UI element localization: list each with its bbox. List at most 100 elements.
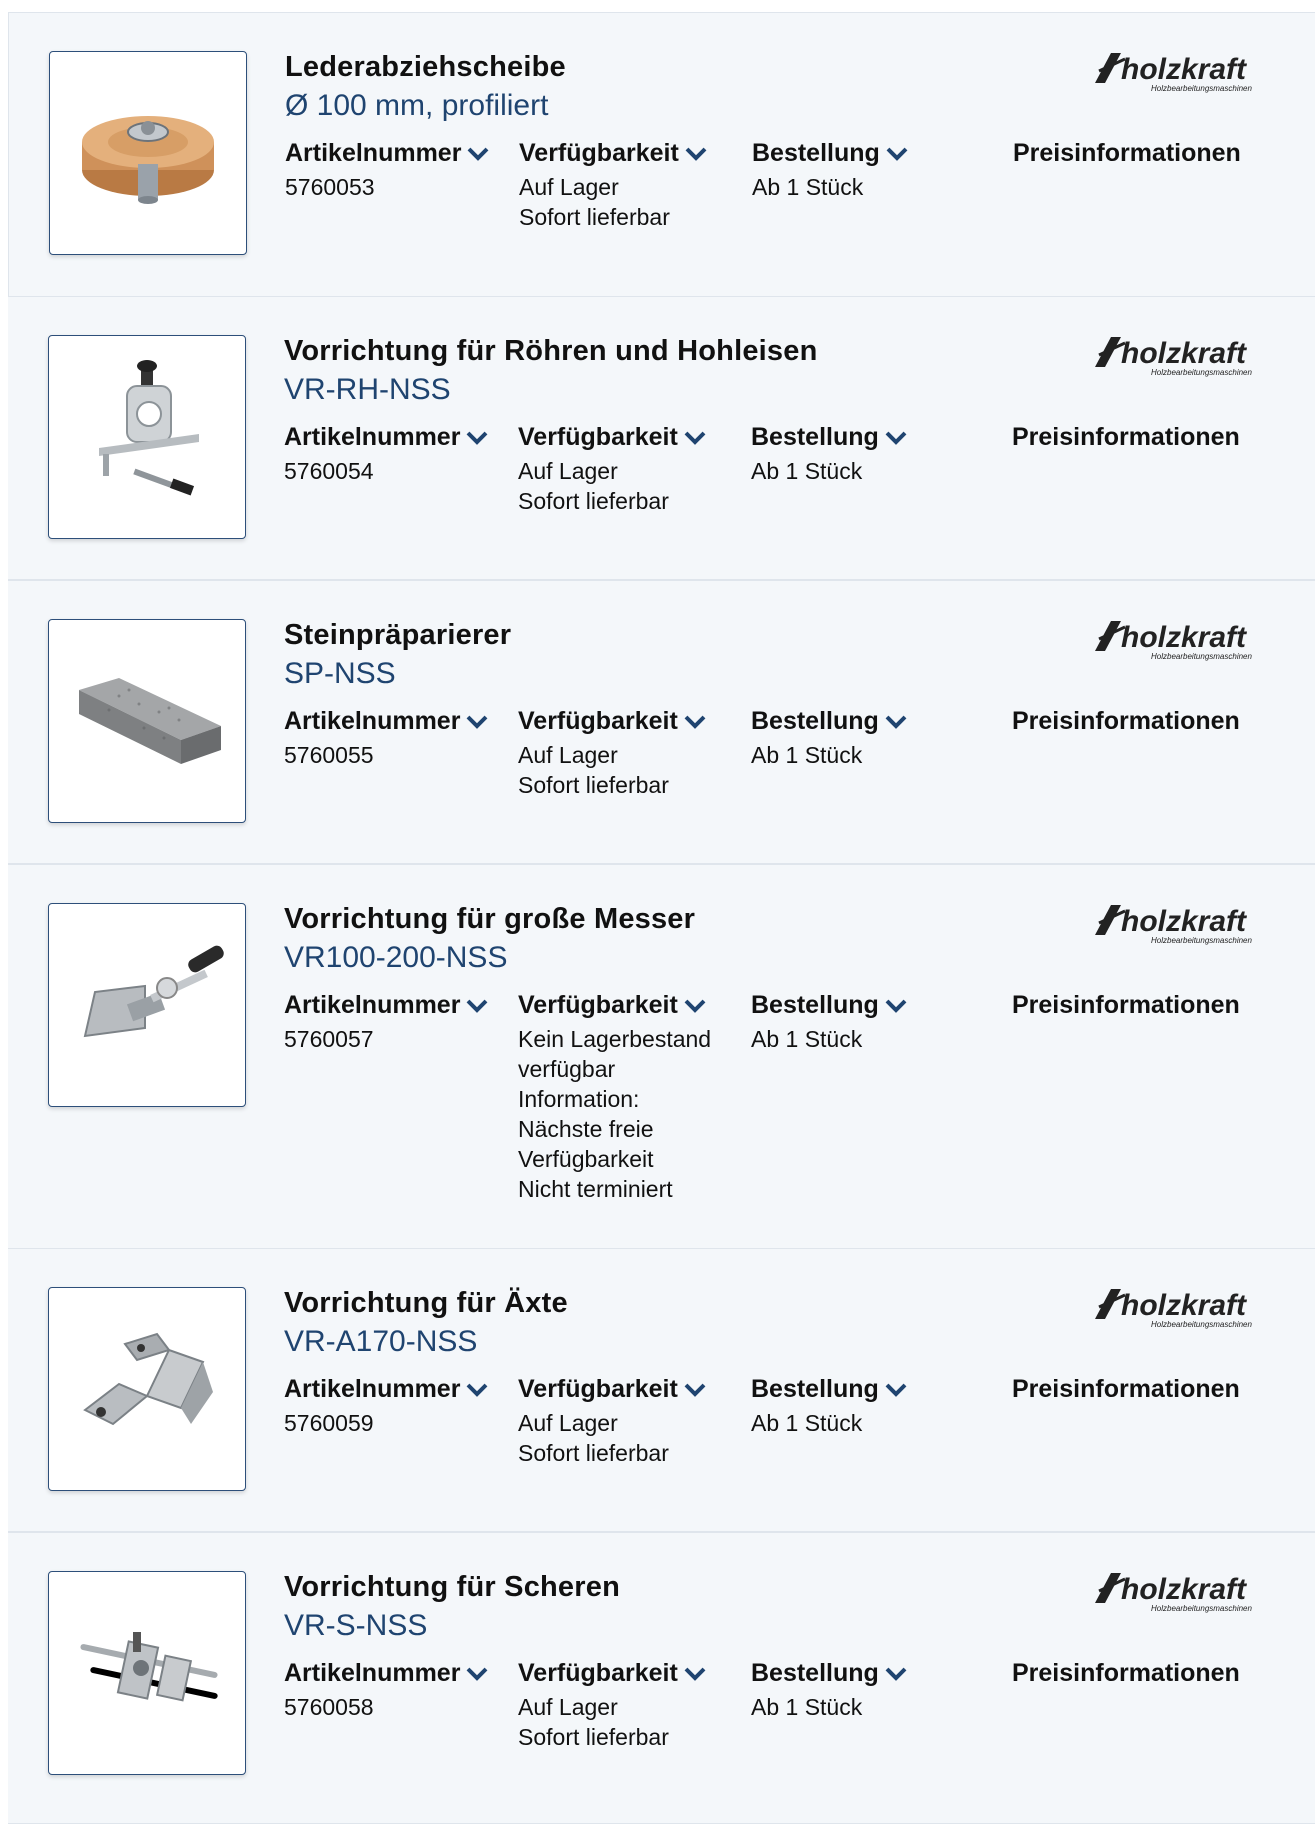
article-number-value: 5760059: [284, 1410, 374, 1436]
svg-text:holzkraft: holzkraft: [1121, 1289, 1248, 1322]
article-number-column: Artikelnummer 5760055: [284, 707, 504, 770]
availability-toggle[interactable]: Verfügbarkeit: [518, 707, 738, 736]
order-column: Bestellung Ab 1 Stück: [751, 707, 971, 770]
availability-value: Auf Lager Sofort lieferbar: [519, 174, 670, 230]
product-row: Vorrichtung für Röhren und Hohleisen VR-…: [8, 296, 1315, 580]
product-image[interactable]: [49, 51, 247, 255]
chevron-down-icon: [467, 1667, 488, 1681]
order-toggle[interactable]: Bestellung: [751, 423, 971, 452]
holzkraft-logo: holzkraft Holzbearbeitungsmaschinen: [1091, 333, 1295, 379]
chevron-down-icon: [684, 715, 706, 729]
chevron-down-icon: [885, 999, 907, 1013]
svg-text:holzkraft: holzkraft: [1121, 621, 1248, 654]
article-number-toggle[interactable]: Artikelnummer: [284, 1659, 504, 1688]
chevron-down-icon: [885, 1383, 907, 1397]
product-row: Vorrichtung für Scheren VR-S-NSS Artikel…: [8, 1532, 1315, 1824]
product-title[interactable]: Vorrichtung für Scheren: [284, 1571, 620, 1604]
product-image[interactable]: [48, 619, 246, 823]
holzkraft-logo: holzkraft Holzbearbeitungsmaschinen: [1091, 49, 1295, 95]
availability-column: Verfügbarkeit Auf Lager Sofort lieferbar: [518, 1659, 738, 1752]
svg-text:Holzbearbeitungsmaschinen: Holzbearbeitungsmaschinen: [1151, 1320, 1253, 1329]
article-number-column: Artikelnummer 5760054: [284, 423, 504, 486]
price-info-toggle[interactable]: Preisinformationen: [1012, 423, 1240, 452]
article-number-value: 5760054: [284, 458, 374, 484]
svg-text:Holzbearbeitungsmaschinen: Holzbearbeitungsmaschinen: [1151, 368, 1253, 377]
leather-wheel-icon: [82, 116, 214, 204]
price-info-toggle[interactable]: Preisinformationen: [1012, 707, 1240, 736]
product-title[interactable]: Vorrichtung für Äxte: [284, 1287, 568, 1320]
article-number-toggle[interactable]: Artikelnummer: [284, 991, 504, 1020]
price-column: Preisinformationen: [1012, 1375, 1240, 1404]
order-value: Ab 1 Stück: [752, 174, 864, 200]
order-column: Bestellung Ab 1 Stück: [751, 1375, 971, 1438]
order-column: Bestellung Ab 1 Stück: [752, 139, 972, 202]
availability-toggle[interactable]: Verfügbarkeit: [518, 1375, 738, 1404]
order-value: Ab 1 Stück: [751, 1694, 863, 1720]
availability-value: Auf Lager Sofort lieferbar: [518, 742, 669, 798]
svg-text:holzkraft: holzkraft: [1121, 905, 1248, 938]
availability-toggle[interactable]: Verfügbarkeit: [519, 139, 739, 168]
chevron-down-icon: [684, 1383, 706, 1397]
product-title[interactable]: Vorrichtung für Röhren und Hohleisen: [284, 335, 818, 368]
article-number-value: 5760055: [284, 742, 374, 768]
order-toggle[interactable]: Bestellung: [751, 1659, 971, 1688]
product-image[interactable]: [48, 903, 246, 1107]
product-title[interactable]: Steinpräparierer: [284, 619, 511, 652]
order-value: Ab 1 Stück: [751, 742, 863, 768]
price-info-toggle[interactable]: Preisinformationen: [1012, 991, 1240, 1020]
chevron-down-icon: [885, 1667, 907, 1681]
chevron-down-icon: [467, 999, 488, 1013]
article-number-column: Artikelnummer 5760057: [284, 991, 504, 1054]
availability-value: Auf Lager Sofort lieferbar: [518, 458, 669, 514]
chevron-down-icon: [684, 999, 706, 1013]
price-column: Preisinformationen: [1012, 991, 1240, 1020]
article-number-toggle[interactable]: Artikelnummer: [284, 1375, 504, 1404]
order-toggle[interactable]: Bestellung: [752, 139, 972, 168]
price-info-toggle[interactable]: Preisinformationen: [1012, 1375, 1240, 1404]
availability-value: Auf Lager Sofort lieferbar: [518, 1694, 669, 1750]
product-title[interactable]: Vorrichtung für große Messer: [284, 903, 695, 936]
chevron-down-icon: [885, 431, 907, 445]
product-image[interactable]: [48, 1287, 246, 1491]
order-column: Bestellung Ab 1 Stück: [751, 1659, 971, 1722]
product-subtitle: VR-S-NSS: [284, 1609, 428, 1642]
availability-column: Verfügbarkeit Auf Lager Sofort lieferbar: [518, 1375, 738, 1468]
order-toggle[interactable]: Bestellung: [751, 1375, 971, 1404]
chevron-down-icon: [886, 147, 908, 161]
holzkraft-logo: holzkraft Holzbearbeitungsmaschinen: [1091, 1569, 1295, 1615]
product-title[interactable]: Lederabziehscheibe: [285, 51, 566, 84]
article-number-toggle[interactable]: Artikelnummer: [285, 139, 505, 168]
svg-text:Holzbearbeitungsmaschinen: Holzbearbeitungsmaschinen: [1151, 1604, 1253, 1613]
availability-toggle[interactable]: Verfügbarkeit: [518, 423, 738, 452]
svg-text:holzkraft: holzkraft: [1121, 1573, 1248, 1606]
svg-text:holzkraft: holzkraft: [1121, 337, 1248, 370]
article-number-toggle[interactable]: Artikelnummer: [284, 707, 504, 736]
order-toggle[interactable]: Bestellung: [751, 707, 971, 736]
product-subtitle: VR100-200-NSS: [284, 941, 508, 974]
holzkraft-logo: holzkraft Holzbearbeitungsmaschinen: [1091, 1285, 1295, 1331]
price-column: Preisinformationen: [1012, 1659, 1240, 1688]
svg-text:Holzbearbeitungsmaschinen: Holzbearbeitungsmaschinen: [1151, 84, 1253, 93]
article-number-column: Artikelnummer 5760058: [284, 1659, 504, 1722]
price-column: Preisinformationen: [1013, 139, 1241, 168]
product-row: Steinpräparierer SP-NSS Artikelnummer 57…: [8, 580, 1315, 864]
price-info-toggle[interactable]: Preisinformationen: [1012, 1659, 1240, 1688]
product-image[interactable]: [48, 1571, 246, 1775]
price-column: Preisinformationen: [1012, 707, 1240, 736]
product-image[interactable]: [48, 335, 246, 539]
chevron-down-icon: [885, 715, 907, 729]
holzkraft-logo: holzkraft Holzbearbeitungsmaschinen: [1091, 617, 1295, 663]
chevron-down-icon: [684, 1667, 706, 1681]
article-number-toggle[interactable]: Artikelnummer: [284, 423, 504, 452]
chevron-down-icon: [467, 431, 488, 445]
product-row: Lederabziehscheibe Ø 100 mm, profiliert …: [8, 12, 1315, 298]
price-info-toggle[interactable]: Preisinformationen: [1013, 139, 1241, 168]
gouge-jig-icon: [99, 360, 199, 496]
product-subtitle: SP-NSS: [284, 657, 396, 690]
order-toggle[interactable]: Bestellung: [751, 991, 971, 1020]
availability-toggle[interactable]: Verfügbarkeit: [518, 1659, 738, 1688]
availability-toggle[interactable]: Verfügbarkeit: [518, 991, 738, 1020]
chevron-down-icon: [468, 147, 489, 161]
price-column: Preisinformationen: [1012, 423, 1240, 452]
article-number-value: 5760057: [284, 1026, 374, 1052]
